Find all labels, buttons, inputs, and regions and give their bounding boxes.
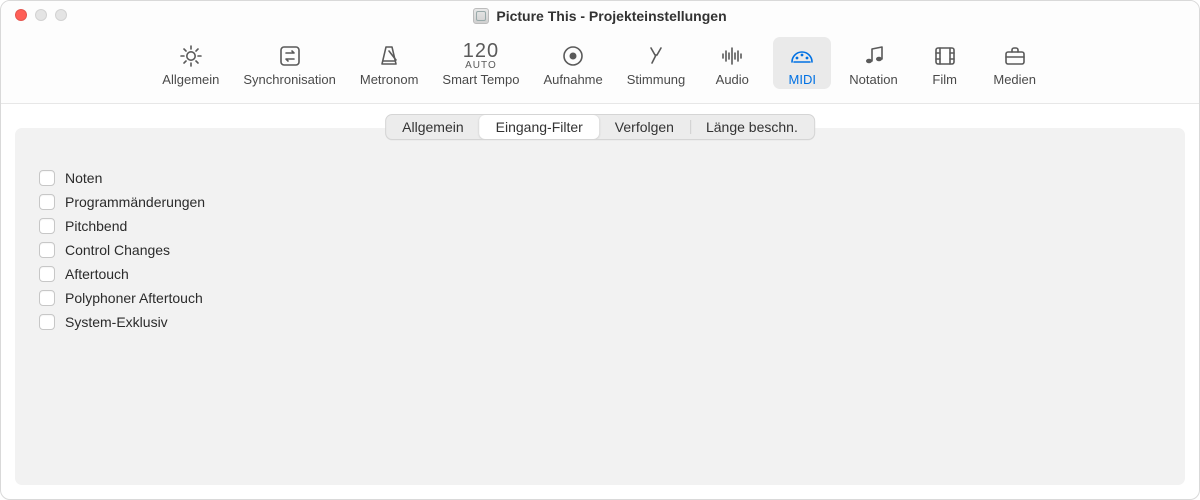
tempo-value: 120 <box>463 41 499 61</box>
record-icon <box>559 39 587 73</box>
subtab-label: Verfolgen <box>615 119 674 135</box>
checkbox-polyphoner-aftertouch[interactable]: Polyphoner Aftertouch <box>39 290 1161 306</box>
checkbox-label: System-Exklusiv <box>65 314 168 330</box>
tempo-mode: AUTO <box>465 61 497 71</box>
tab-label: Smart Tempo <box>442 72 519 87</box>
checkbox-programmaenderungen[interactable]: Programmänderungen <box>39 194 1161 210</box>
tab-notation[interactable]: Notation <box>843 37 903 89</box>
checkbox-label: Polyphoner Aftertouch <box>65 290 203 306</box>
subtab-laenge-beschn[interactable]: Länge beschn. <box>690 115 814 139</box>
tab-label: Stimmung <box>627 72 686 87</box>
briefcase-icon <box>1001 39 1029 73</box>
checkbox-aftertouch[interactable]: Aftertouch <box>39 266 1161 282</box>
midi-icon <box>788 39 816 73</box>
notation-icon <box>859 39 887 73</box>
checkbox-icon <box>39 170 55 186</box>
window-title-wrap: Picture This - Projekteinstellungen <box>473 8 726 24</box>
tuning-fork-icon <box>642 39 670 73</box>
checkbox-label: Noten <box>65 170 102 186</box>
checkbox-noten[interactable]: Noten <box>39 170 1161 186</box>
tab-label: Synchronisation <box>243 72 336 87</box>
metronome-icon <box>375 39 403 73</box>
tab-metronom[interactable]: Metronom <box>354 37 425 89</box>
window-controls <box>15 9 67 21</box>
tab-label: Film <box>932 72 957 87</box>
close-window-button[interactable] <box>15 9 27 21</box>
checkbox-icon <box>39 290 55 306</box>
tab-synchronisation[interactable]: Synchronisation <box>237 37 342 89</box>
content-area: Allgemein Eingang-Filter Verfolgen Länge… <box>1 104 1199 499</box>
app-icon <box>473 8 489 24</box>
tab-label: Aufnahme <box>543 72 602 87</box>
minimize-window-button[interactable] <box>35 9 47 21</box>
waveform-icon <box>718 39 746 73</box>
tab-midi[interactable]: MIDI <box>773 37 831 89</box>
checkbox-icon <box>39 218 55 234</box>
checkbox-pitchbend[interactable]: Pitchbend <box>39 218 1161 234</box>
tab-allgemein[interactable]: Allgemein <box>156 37 225 89</box>
tab-film[interactable]: Film <box>916 37 974 89</box>
subtab-label: Länge beschn. <box>706 119 798 135</box>
smart-tempo-icon: 120 AUTO <box>463 39 499 73</box>
tab-label: Medien <box>993 72 1036 87</box>
tab-label: Audio <box>716 72 749 87</box>
subtab-label: Allgemein <box>402 119 463 135</box>
subtab-bar: Allgemein Eingang-Filter Verfolgen Länge… <box>385 114 815 140</box>
tab-smart-tempo[interactable]: 120 AUTO Smart Tempo <box>436 37 525 89</box>
checkbox-icon <box>39 194 55 210</box>
tab-label: Notation <box>849 72 897 87</box>
tab-medien[interactable]: Medien <box>986 37 1044 89</box>
checkbox-label: Pitchbend <box>65 218 127 234</box>
checkbox-label: Programmänderungen <box>65 194 205 210</box>
zoom-window-button[interactable] <box>55 9 67 21</box>
tab-label: MIDI <box>789 72 816 87</box>
checkbox-icon <box>39 242 55 258</box>
subtab-eingang-filter[interactable]: Eingang-Filter <box>480 115 599 139</box>
tab-label: Allgemein <box>162 72 219 87</box>
tab-audio[interactable]: Audio <box>703 37 761 89</box>
gear-icon <box>177 39 205 73</box>
checkbox-label: Aftertouch <box>65 266 129 282</box>
input-filter-options: Noten Programmänderungen Pitchbend Contr… <box>15 128 1185 340</box>
film-icon <box>931 39 959 73</box>
subtab-verfolgen[interactable]: Verfolgen <box>599 115 690 139</box>
window-title: Picture This - Projekteinstellungen <box>496 8 726 24</box>
checkbox-icon <box>39 266 55 282</box>
midi-settings-panel: Allgemein Eingang-Filter Verfolgen Länge… <box>15 128 1185 485</box>
subtab-allgemein[interactable]: Allgemein <box>386 115 479 139</box>
tab-aufnahme[interactable]: Aufnahme <box>537 37 608 89</box>
checkbox-system-exklusiv[interactable]: System-Exklusiv <box>39 314 1161 330</box>
tab-stimmung[interactable]: Stimmung <box>621 37 692 89</box>
subtab-label: Eingang-Filter <box>496 119 583 135</box>
toolbar: Allgemein Synchronisation Metronom <box>1 31 1199 104</box>
titlebar: Picture This - Projekteinstellungen <box>1 1 1199 31</box>
tab-label: Metronom <box>360 72 419 87</box>
project-settings-window: Picture This - Projekteinstellungen Allg… <box>0 0 1200 500</box>
checkbox-control-changes[interactable]: Control Changes <box>39 242 1161 258</box>
checkbox-label: Control Changes <box>65 242 170 258</box>
sync-icon <box>276 39 304 73</box>
checkbox-icon <box>39 314 55 330</box>
